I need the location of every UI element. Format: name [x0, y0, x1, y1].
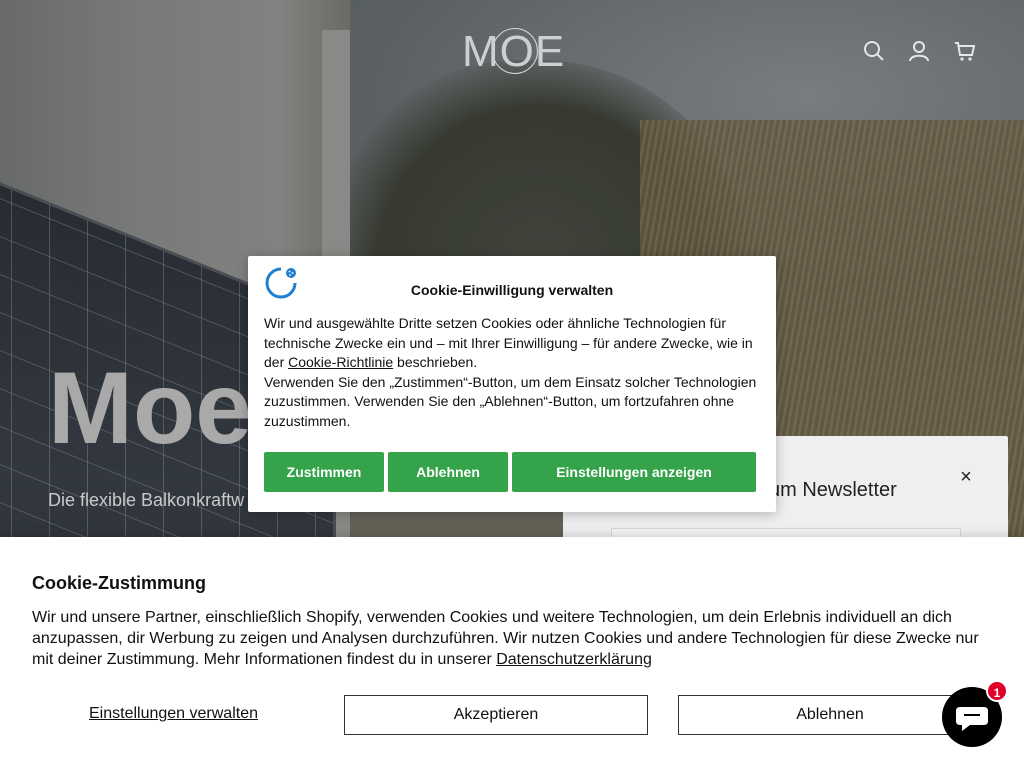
- cookie-banner-text: Wir und unsere Partner, einschließlich S…: [32, 607, 992, 670]
- site-header: MOE: [0, 0, 1024, 100]
- privacy-policy-link[interactable]: Datenschutzerklärung: [496, 651, 652, 668]
- site-logo[interactable]: MOE: [462, 27, 566, 76]
- account-icon[interactable]: [908, 40, 930, 62]
- cookie-policy-link[interactable]: Cookie-Richtlinie: [288, 354, 393, 370]
- search-icon[interactable]: [863, 40, 885, 62]
- cart-icon[interactable]: [954, 40, 976, 62]
- decline-button[interactable]: Ablehnen: [678, 695, 982, 735]
- consent-modal-title: Cookie-Einwilligung verwalten: [410, 282, 614, 298]
- hero-title: Moe: [48, 351, 252, 465]
- newsletter-title: zum Newsletter: [759, 479, 897, 501]
- consent-reject-button[interactable]: Ablehnen: [388, 452, 508, 492]
- accept-button[interactable]: Akzeptieren: [344, 695, 648, 735]
- consent-accept-button[interactable]: Zustimmen: [264, 452, 384, 492]
- consent-text-part2: beschrieben.: [393, 354, 478, 371]
- cookie-banner-title: Cookie-Zustimmung: [32, 573, 206, 593]
- hero-subtitle: Die flexible Balkonkraftw: [48, 490, 245, 510]
- cookie-banner: Cookie-Zustimmung Wir und unsere Partner…: [0, 537, 1024, 768]
- logo-text: MOE: [462, 27, 566, 76]
- consent-modal-text: Wir und ausgewählte Dritte setzen Cookie…: [264, 314, 764, 432]
- chat-notification-badge: 1: [986, 680, 1008, 702]
- manage-settings-link[interactable]: Einstellungen verwalten: [89, 705, 258, 723]
- consent-settings-button[interactable]: Einstellungen anzeigen: [512, 452, 756, 492]
- close-icon[interactable]: ×: [957, 467, 975, 487]
- cookie-consent-modal: Cookie-Einwilligung verwalten Wir und au…: [248, 256, 776, 512]
- consent-text-part3: Verwenden Sie den „Zustimmen“-Button, um…: [264, 373, 757, 429]
